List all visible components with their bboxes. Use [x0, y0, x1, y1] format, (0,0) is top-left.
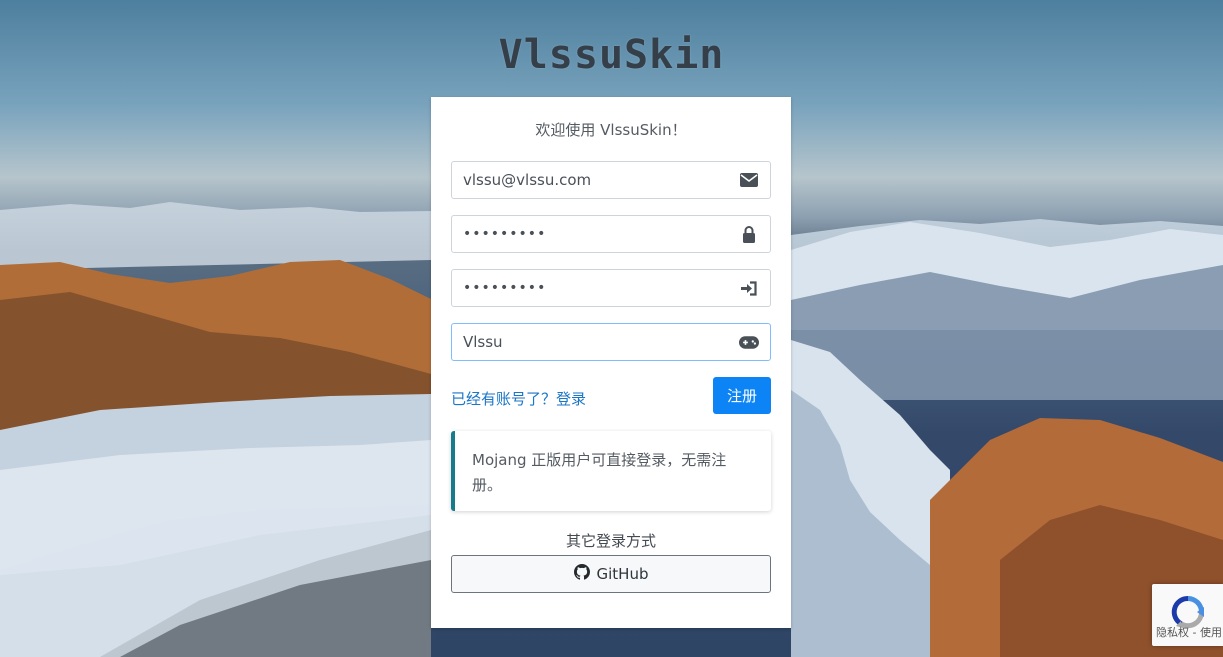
envelope-icon: [739, 171, 759, 189]
sign-in-icon: [739, 279, 759, 297]
github-icon: [573, 564, 590, 584]
lock-icon: [739, 225, 759, 243]
github-button-label: GitHub: [596, 565, 649, 583]
password-field[interactable]: [451, 215, 771, 253]
site-logo-title: VlssuSkin: [498, 32, 725, 78]
welcome-message: 欢迎使用 VlssuSkin！: [535, 121, 687, 139]
recaptcha-links[interactable]: 隐私权 - 使用条款: [1156, 626, 1222, 639]
login-link[interactable]: 已经有账号了？登录: [451, 388, 586, 409]
password-input[interactable]: [463, 224, 723, 244]
register-card: 欢迎使用 VlssuSkin！ vlssu@vlssu.com ••••••••…: [431, 97, 791, 628]
recaptcha-badge[interactable]: 隐私权 - 使用条款: [1152, 584, 1223, 646]
email-field[interactable]: [451, 161, 771, 199]
nickname-field[interactable]: [451, 323, 771, 361]
other-login-heading: 其它登录方式: [565, 532, 656, 550]
mojang-info-callout: Mojang 正版用户可直接登录，无需注册。: [451, 431, 771, 511]
nickname-input[interactable]: [463, 332, 723, 352]
confirm-password-input[interactable]: [463, 278, 723, 298]
register-button[interactable]: 注册: [713, 377, 771, 414]
github-login-button[interactable]: GitHub: [451, 555, 771, 593]
gamepad-icon: [739, 333, 759, 351]
email-input[interactable]: [463, 170, 723, 190]
confirm-password-field[interactable]: [451, 269, 771, 307]
